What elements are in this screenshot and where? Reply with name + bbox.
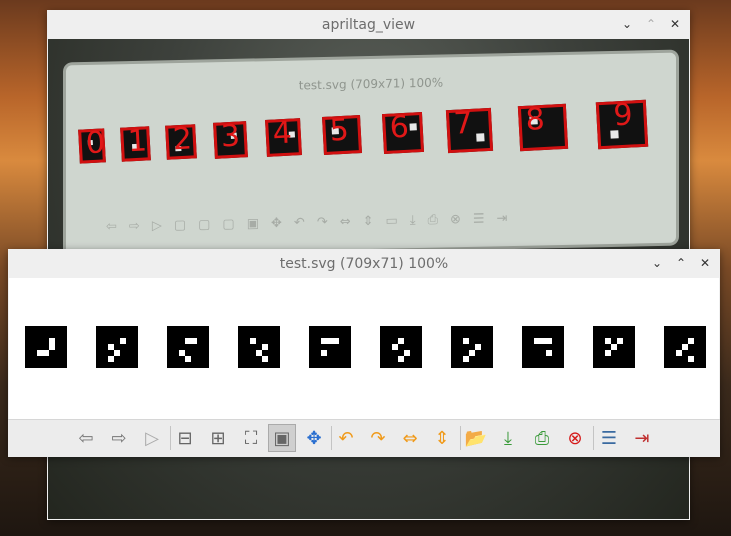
save-button[interactable]: ⤓ [494,424,522,452]
detected-tag-1: 1 [120,123,151,162]
flip-horizontal-button[interactable]: ⇔ [396,424,424,452]
image-viewer-window: test.svg (709x71) 100% ⌄ ⌃ ✕ ⇦ ⇨ ▷ ⊟ ⊞ ⛶… [8,249,720,457]
zoom-out-icon: ⊟ [177,427,193,449]
quit-button[interactable]: ⇥ [628,424,656,452]
tag-id-label: 9 [612,97,634,134]
fullscreen-button[interactable]: ✥ [300,424,328,452]
apriltag-3 [238,326,280,368]
forward-button[interactable]: ⇨ [105,424,133,452]
maximize-button[interactable]: ⌃ [672,254,690,272]
fit-icon: ⛶ [244,427,258,449]
open-file-button[interactable]: 📂 [462,424,490,452]
preferences-button[interactable]: ☰ [595,424,623,452]
tag-id-label: 3 [219,118,241,155]
toolbar-separator [460,426,461,450]
tag-id-label: 5 [328,112,350,149]
zoom-fit-button[interactable]: ⛶ [237,424,265,452]
tag-id-label: 1 [126,123,148,160]
apriltag-4 [309,326,351,368]
window-title: apriltag_view [321,17,416,33]
save-icon: ⤓ [504,427,512,449]
image-canvas[interactable] [9,278,719,419]
detected-tag-3: 3 [213,118,248,159]
flip-horizontal-icon: ⇔ [402,427,418,449]
save-as-icon: ⎙ [534,427,550,449]
detected-tag-2: 2 [165,121,197,160]
apriltag-2 [167,326,209,368]
original-size-button[interactable]: ▣ [268,424,296,452]
tag-id-label: 2 [171,121,193,158]
detected-tag-9: 9 [595,97,649,150]
zoom-out-button[interactable]: ⊟ [171,424,199,452]
rotate-right-icon: ↷ [370,427,386,449]
apriltag-7 [522,326,564,368]
detected-tag-5: 5 [322,112,362,155]
apriltag-9 [664,326,706,368]
arrow-right-icon: ⇨ [111,427,127,449]
tag-id-label: 0 [84,125,106,162]
zoom-in-button[interactable]: ⊞ [204,424,232,452]
viewer-toolbar: ⇦ ⇨ ▷ ⊟ ⊞ ⛶ ▣ ✥ ↶ ↷ ⇔ ⇕ 📂 ⤓ ⎙ ⊗ ☰ ⇥ [8,419,720,457]
photographed-monitor: test.svg (709x71) 100% ⇦ ⇨ ▷ ▢ ▢ ▢ ▣ ✥ ↶ ↷ ⇔ ⇕ ▭ ⤓ ⎙ ⊗ ☰… [66,52,676,256]
detected-tag-6: 6 [381,109,425,155]
fullscreen-icon: ✥ [306,427,322,449]
apriltag-0 [25,326,67,368]
save-as-button[interactable]: ⎙ [528,424,556,452]
rotate-left-icon: ↶ [338,427,354,449]
tag-id-label: 6 [388,109,410,146]
maximize-button[interactable]: ⌃ [642,15,660,33]
close-button[interactable]: ✕ [696,254,714,272]
folder-icon: 📂 [464,427,488,449]
tag-id-label: 7 [452,105,474,142]
detected-tag-7: 7 [445,105,494,154]
rotate-left-button[interactable]: ↶ [332,424,360,452]
toolbar-separator [593,426,594,450]
preferences-icon: ☰ [600,427,618,449]
zoom-in-icon: ⊞ [210,427,226,449]
apriltag-6 [451,326,493,368]
minimize-button[interactable]: ⌄ [618,15,636,33]
slideshow-button[interactable]: ▷ [138,424,166,452]
tag-id-label: 8 [524,101,546,138]
back-button[interactable]: ⇦ [72,424,100,452]
original-size-icon: ▣ [273,427,291,449]
close-button[interactable]: ✕ [666,15,684,33]
apriltag-view-titlebar[interactable]: apriltag_view ⌄ ⌃ ✕ [47,10,690,39]
flip-vertical-button[interactable]: ⇕ [428,424,456,452]
arrow-left-icon: ⇦ [78,427,94,449]
detected-tag-0: 0 [78,125,106,164]
apriltag-1 [96,326,138,368]
play-icon: ▷ [145,427,159,449]
quit-icon: ⇥ [634,427,650,449]
minimize-button[interactable]: ⌄ [648,254,666,272]
tag-id-label: 4 [271,115,293,152]
apriltag-5 [380,326,422,368]
apriltag-8 [593,326,635,368]
rotate-right-button[interactable]: ↷ [364,424,392,452]
delete-icon: ⊗ [567,427,583,449]
detected-tag-4: 4 [265,115,302,157]
detected-tag-8: 8 [517,101,569,152]
window-title: test.svg (709x71) 100% [279,256,449,272]
monitor-toolbar-blurred: ⇦ ⇨ ▷ ▢ ▢ ▢ ▣ ✥ ↶ ↷ ⇔ ⇕ ▭ ⤓ ⎙ ⊗ ☰ ⇥ [106,211,508,235]
image-viewer-titlebar[interactable]: test.svg (709x71) 100% ⌄ ⌃ ✕ [8,249,720,278]
flip-vertical-icon: ⇕ [434,427,450,449]
delete-button[interactable]: ⊗ [561,424,589,452]
monitor-window-title: test.svg (709x71) 100% [298,75,444,93]
